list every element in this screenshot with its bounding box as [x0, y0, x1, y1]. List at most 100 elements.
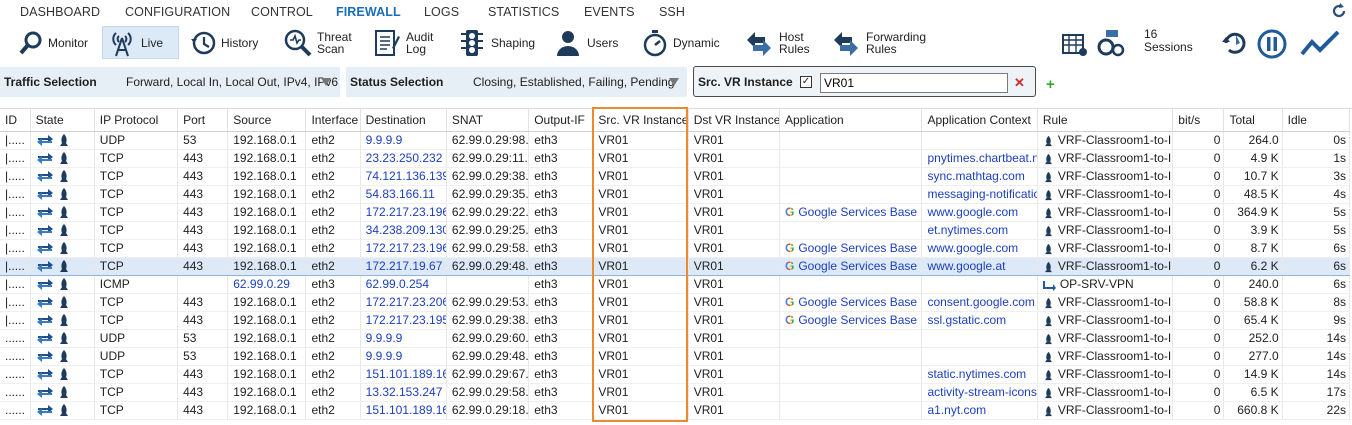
cell-port: 443	[177, 239, 229, 258]
dynamic-button[interactable]: Dynamic	[637, 26, 724, 59]
column-header-destination[interactable]: Destination	[360, 109, 447, 132]
cell-ctx: a1.nyt.com	[921, 401, 1038, 420]
table-row[interactable]: |..... ICMP 62.99.0.29 eth3 62.99.0.254 eth3 V…	[0, 275, 1351, 294]
threat-scan-button[interactable]: Threat Scan	[279, 26, 356, 59]
pause-icon[interactable]	[1256, 28, 1288, 60]
cell-proto: UDP	[94, 329, 179, 348]
column-header-application[interactable]: Application	[779, 109, 923, 132]
table-row[interactable]: |..... TCP 443 192.168.0.1 eth2 172.217.19.67…	[0, 256, 1351, 276]
cell-id: ......	[0, 383, 31, 402]
table-row[interactable]: |..... TCP 443 192.168.0.1 eth2 172.217.23.19…	[0, 203, 1351, 222]
rocket-icon	[59, 242, 68, 255]
host-rules-button[interactable]: Host Rules	[739, 26, 814, 59]
state-icons	[36, 367, 70, 381]
column-header-application-context[interactable]: Application Context	[921, 109, 1038, 132]
status-dropdown-icon[interactable]	[668, 76, 680, 88]
column-header-src-vr-instance[interactable]: Src. VR Instance	[592, 109, 689, 132]
column-header-total[interactable]: Total	[1223, 109, 1283, 132]
column-header-source[interactable]: Source	[227, 109, 307, 132]
tab-firewall[interactable]: FIREWALL	[336, 5, 401, 19]
toolbar: Monitor Live History Threat Scan Audit Log…	[0, 24, 1352, 64]
cell-dst: 172.217.23.196	[360, 203, 447, 222]
column-header-output-if[interactable]: Output-IF	[528, 109, 594, 132]
cell-snat: 62.99.0.29:11...	[446, 149, 530, 168]
cell-port: 443	[177, 149, 229, 168]
cell-idle: 17s	[1282, 383, 1351, 402]
session-settings-icon[interactable]	[1094, 28, 1126, 60]
traffic-selection[interactable]: Traffic Selection Forward, Local In, Loc…	[0, 67, 340, 97]
users-button[interactable]: Users	[549, 26, 622, 59]
refresh-icon[interactable]	[1330, 2, 1348, 20]
table-row[interactable]: |..... TCP 443 192.168.0.1 eth2 34.238.209.13…	[0, 221, 1351, 240]
live-button[interactable]: Live	[102, 26, 179, 59]
tab-dashboard[interactable]: DASHBOARD	[20, 5, 100, 19]
sessions-label: Sessions	[1144, 40, 1193, 54]
src-vr-checkbox[interactable]: ✓	[800, 76, 812, 88]
state-icons	[36, 349, 70, 363]
column-header-dst-vr-instance[interactable]: Dst VR Instance	[688, 109, 781, 132]
clear-filter-icon[interactable]: ✕	[1014, 75, 1025, 91]
traffic-dropdown-icon[interactable]	[320, 76, 332, 88]
table-row[interactable]: |..... UDP 53 192.168.0.1 eth2 9.9.9.9 62.99.0…	[0, 131, 1351, 150]
table-row[interactable]: ...... UDP 53 192.168.0.1 eth2 9.9.9.9 62.99.0…	[0, 347, 1351, 366]
table-row[interactable]: ...... TCP 443 192.168.0.1 eth2 151.101.189.1…	[0, 365, 1351, 384]
column-header-state[interactable]: State	[30, 109, 95, 132]
cell-dst: 9.9.9.9	[360, 131, 447, 150]
table-row[interactable]: ...... TCP 443 192.168.0.1 eth2 13.32.153.247…	[0, 383, 1351, 402]
graph-icon[interactable]	[1300, 30, 1340, 58]
cell-iface: eth2	[305, 185, 361, 204]
table-row[interactable]: |..... TCP 443 192.168.0.1 eth2 172.217.23.19…	[0, 239, 1351, 258]
tab-statistics[interactable]: STATISTICS	[488, 5, 559, 19]
tab-logs[interactable]: LOGS	[424, 5, 459, 19]
cell-ctx: static.nytimes.com	[921, 365, 1038, 384]
column-header-ip-protocol[interactable]: IP Protocol	[94, 109, 179, 132]
bidirectional-arrow-icon	[36, 171, 53, 183]
column-header-rule[interactable]: Rule	[1037, 109, 1174, 132]
history-button[interactable]: History	[185, 26, 262, 59]
cell-dstvr: VR01	[688, 167, 781, 186]
status-selection[interactable]: Status Selection Closing, Established, F…	[346, 67, 687, 97]
cell-bits: 0	[1172, 311, 1225, 330]
rule-name: VRF-Classroom1-to-I...	[1057, 241, 1173, 255]
monitor-button[interactable]: Monitor	[14, 26, 92, 59]
cell-dst: 54.83.166.11	[360, 185, 447, 204]
table-row[interactable]: |..... TCP 443 192.168.0.1 eth2 172.217.23.20…	[0, 293, 1351, 312]
forwarding-rules-icon	[834, 31, 858, 56]
column-header-snat[interactable]: SNAT	[446, 109, 530, 132]
rule-rocket-icon	[1044, 333, 1052, 344]
table-row[interactable]: |..... TCP 443 192.168.0.1 eth2 172.217.23.19…	[0, 311, 1351, 330]
tab-configuration[interactable]: CONFIGURATION	[125, 5, 230, 19]
table-row[interactable]: |..... TCP 443 192.168.0.1 eth2 54.83.166.11 6…	[0, 185, 1351, 204]
table-row[interactable]: ...... UDP 53 192.168.0.1 eth2 9.9.9.9 62.99.0…	[0, 329, 1351, 348]
src-vr-input[interactable]	[820, 73, 1008, 93]
table-row[interactable]: |..... TCP 443 192.168.0.1 eth2 23.23.250.232…	[0, 149, 1351, 168]
rule-rocket-icon	[1044, 315, 1052, 326]
rule-name: VRF-Classroom1-to-I...	[1057, 385, 1173, 399]
column-header-bit-s[interactable]: bit/s	[1172, 109, 1225, 132]
terminate-session-icon[interactable]	[1220, 29, 1250, 59]
column-header-port[interactable]: Port	[177, 109, 229, 132]
cell-id: |.....	[0, 256, 31, 276]
table-row[interactable]: |..... TCP 443 192.168.0.1 eth2 74.121.136.13…	[0, 167, 1351, 186]
add-filter-icon[interactable]: +	[1046, 76, 1055, 93]
tab-control[interactable]: CONTROL	[251, 5, 313, 19]
rule-rocket-icon	[1044, 135, 1052, 146]
cell-out: eth3	[528, 203, 594, 222]
cell-idle: 6s	[1282, 256, 1351, 276]
forwarding-rules-button[interactable]: Forwarding Rules	[826, 26, 930, 59]
tab-ssh[interactable]: SSH	[659, 5, 685, 19]
table-row[interactable]: ...... TCP 443 192.168.0.1 eth2 151.101.189.1…	[0, 401, 1351, 420]
cell-idle: 14s	[1282, 347, 1351, 366]
table-settings-icon[interactable]	[1061, 32, 1089, 58]
tab-events[interactable]: EVENTS	[584, 5, 635, 19]
cell-rule: VRF-Classroom1-to-I...	[1037, 383, 1174, 402]
column-header-interface[interactable]: Interface	[305, 109, 361, 132]
column-header-idle[interactable]: Idle	[1282, 109, 1351, 132]
shaping-button[interactable]: Shaping	[453, 26, 539, 59]
column-header-id[interactable]: ID	[0, 109, 31, 132]
audit-log-button[interactable]: Audit Log	[368, 26, 437, 59]
rule-rocket-icon	[1044, 225, 1052, 236]
cell-proto: TCP	[94, 256, 179, 276]
cell-total: 8.7 K	[1223, 239, 1283, 258]
cell-proto: TCP	[94, 221, 179, 240]
